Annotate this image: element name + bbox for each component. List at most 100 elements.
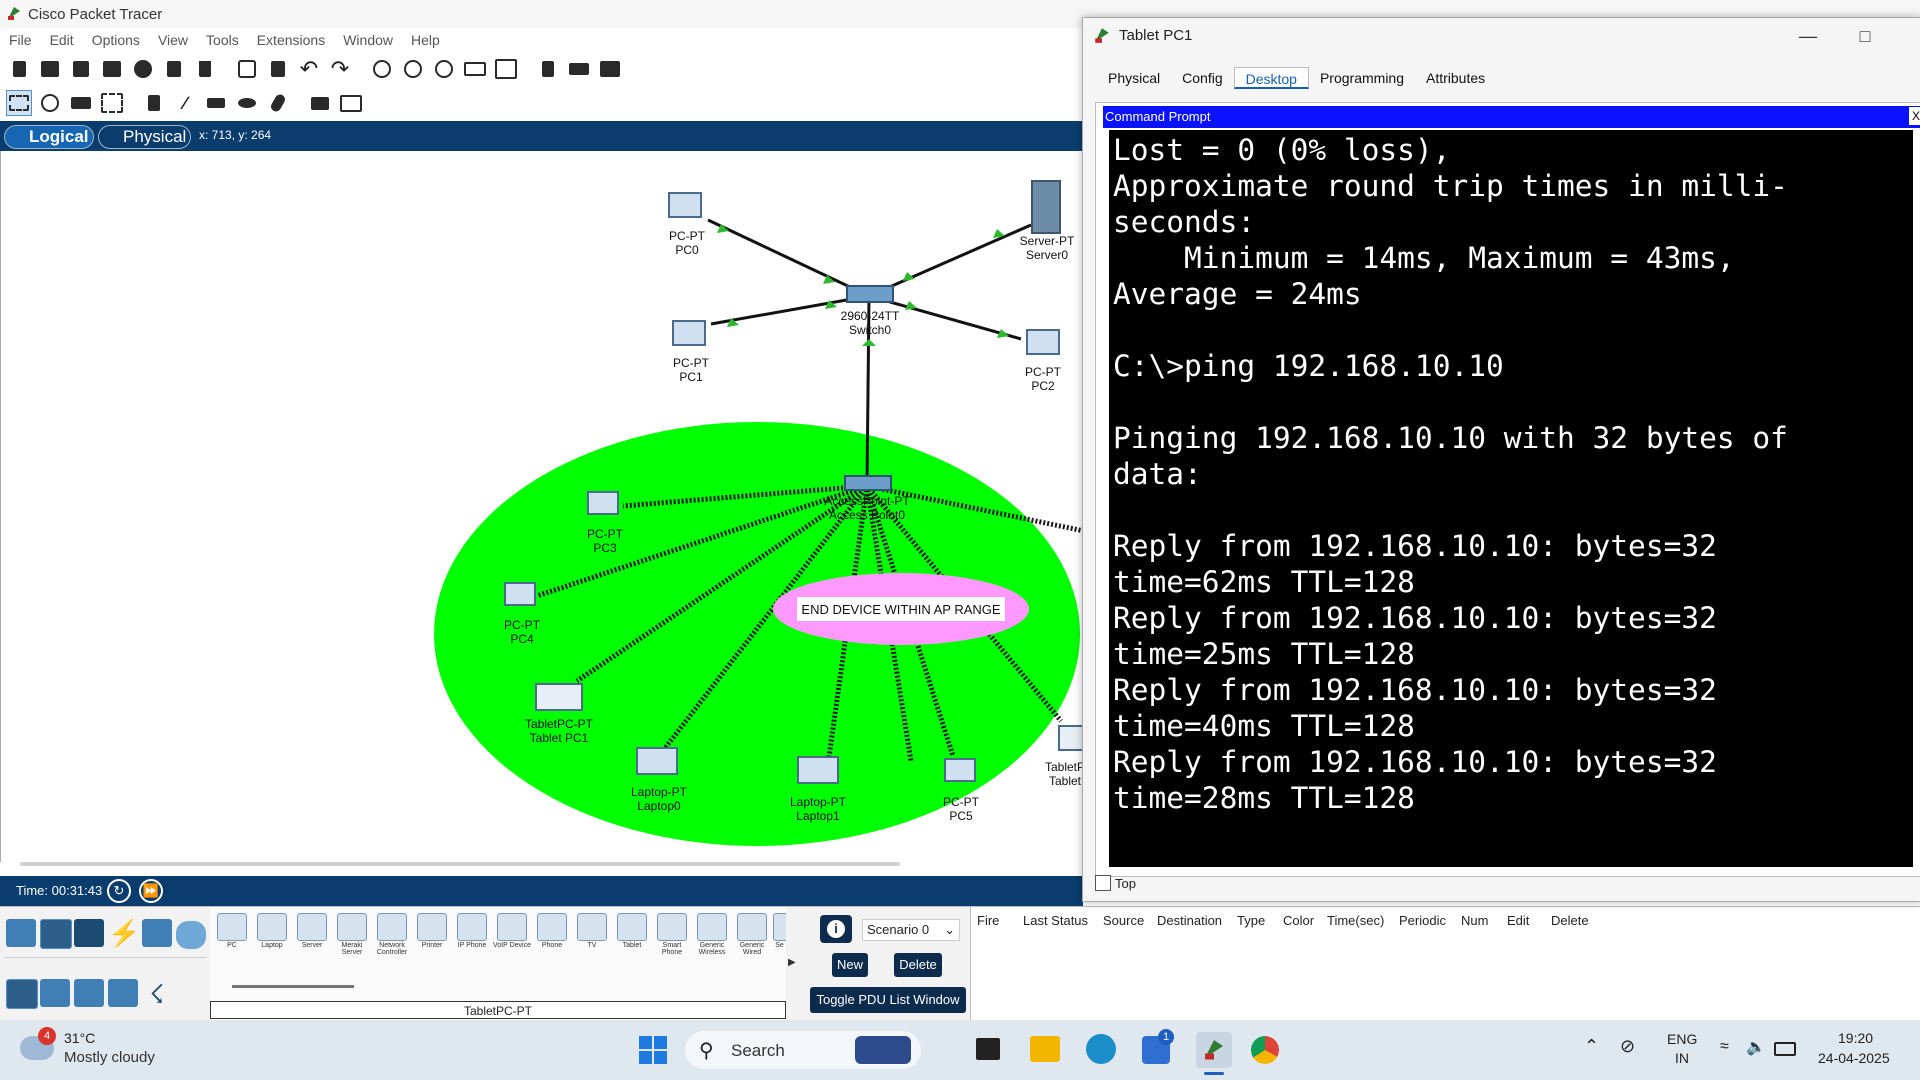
connections-category-icon[interactable]: ⚡ [108,919,140,947]
menu-edit[interactable]: Edit [41,30,83,50]
draw-rectangle-icon[interactable] [203,90,229,116]
end-devices-category-icon[interactable] [40,919,72,949]
device-generic-wireless[interactable]: Generic Wireless [693,913,731,956]
volume-icon[interactable]: 🔈 [1746,1037,1766,1057]
screenshot-icon[interactable] [597,56,623,82]
open-folder-icon[interactable] [37,56,63,82]
multiuser-category-icon[interactable] [176,921,206,949]
expand-panel-arrow-icon[interactable]: ▶ [788,957,796,968]
delete-scenario-button[interactable]: Delete [894,953,942,977]
fast-forward-time-icon[interactable]: ⏩ [139,879,163,903]
pdu-col-periodic[interactable]: Periodic [1399,913,1446,928]
minimize-icon[interactable]: — [1788,24,1828,48]
pdu-col-edit[interactable]: Edit [1507,913,1529,928]
top-checkbox[interactable] [1095,875,1111,891]
wifi-icon[interactable]: ≈ [1720,1038,1729,1056]
info-icon[interactable] [130,56,156,82]
industrial-subcategory-icon[interactable] [108,979,138,1007]
miscellaneous-category-icon[interactable] [142,919,172,947]
zoom-reset-icon[interactable] [400,56,426,82]
device-server[interactable]: Server [293,913,331,955]
weather-condition[interactable]: Mostly cloudy [64,1049,155,1066]
new-scenario-button[interactable]: New [832,953,868,977]
copy-icon[interactable] [234,56,260,82]
language-secondary[interactable]: IN [1675,1050,1689,1066]
logical-workspace[interactable]: PC-PT PC0 Server-PT Server0 2960-24TT Sw… [0,151,1085,862]
pdu-col-delete[interactable]: Delete [1551,913,1589,928]
new-file-icon[interactable] [6,56,32,82]
menu-window[interactable]: Window [334,30,402,50]
home-subcategory-icon[interactable] [40,979,70,1007]
command-prompt-console[interactable]: Lost = 0 (0% loss), Approximate round tr… [1109,130,1913,867]
device-phone[interactable]: Phone [533,913,571,955]
pdu-col-type[interactable]: Type [1237,913,1265,928]
pdu-col-destination[interactable]: Destination [1157,913,1222,928]
add-simple-pdu-icon[interactable] [307,90,333,116]
undo-icon[interactable]: ↶ [296,56,322,82]
save-icon[interactable] [68,56,94,82]
chevron-up-icon[interactable]: ⌃ [1584,1036,1599,1057]
pdu-col-last-status[interactable]: Last Status [1023,913,1088,928]
device-network-controller[interactable]: Network Controller [373,913,411,956]
select-tool-icon[interactable] [6,90,32,116]
chrome-browser-icon[interactable] [1251,1036,1279,1064]
menu-tools[interactable]: Tools [197,30,248,50]
logical-mode-button[interactable]: Logical [4,125,94,149]
add-complex-pdu-icon[interactable] [338,90,364,116]
windows-start-icon[interactable] [639,1036,667,1064]
print-icon[interactable] [99,56,125,82]
device-sensor-partial[interactable]: Se [773,913,786,955]
menu-extensions[interactable]: Extensions [248,30,334,50]
activity-wizard-icon[interactable] [192,56,218,82]
network-devices-category-icon[interactable] [6,919,36,947]
device-smart-phone[interactable]: Smart Phone [653,913,691,956]
device-tablet[interactable]: Tablet [613,913,651,955]
paste-icon[interactable] [265,56,291,82]
tab-physical[interactable]: Physical [1097,67,1171,89]
device-printer[interactable]: Printer [413,913,451,955]
end-devices-subcategory-icon[interactable] [6,979,38,1009]
draw-ellipse-icon[interactable] [234,90,260,116]
battery-icon[interactable] [1774,1042,1796,1056]
tab-config[interactable]: Config [1171,67,1233,89]
taskbar-search-box[interactable]: ⚲ Search [685,1031,921,1069]
device-voip[interactable]: VoIP Device [493,913,531,955]
power-cycle-devices-icon[interactable]: ↻ [107,879,131,903]
tab-programming[interactable]: Programming [1309,67,1415,89]
menu-file[interactable]: File [0,30,41,50]
device-generic-wired[interactable]: Generic Wired [733,913,771,956]
network-offline-icon[interactable]: ⊘ [1620,1036,1635,1057]
pdu-col-time[interactable]: Time(sec) [1327,913,1384,928]
custom-devices-icon[interactable] [493,56,519,82]
pdu-info-button[interactable]: i [820,915,852,943]
draw-line-icon[interactable]: ∕ [172,90,198,116]
menu-help[interactable]: Help [402,30,449,50]
task-view-icon[interactable] [976,1038,1000,1060]
pdu-col-color[interactable]: Color [1283,913,1314,928]
weather-temperature[interactable]: 31°C [64,1030,95,1046]
clock-time[interactable]: 19:20 [1838,1030,1873,1046]
edge-browser-icon[interactable] [1086,1034,1116,1064]
redo-icon[interactable]: ↷ [327,56,353,82]
zoom-in-icon[interactable] [369,56,395,82]
packet-tracer-taskbar-button[interactable] [1196,1032,1232,1068]
zoom-out-icon[interactable] [431,56,457,82]
device-ip-phone[interactable]: IP Phone [453,913,491,955]
inspect-icon[interactable] [37,90,63,116]
place-note-icon[interactable] [141,90,167,116]
clock-date[interactable]: 24-04-2025 [1818,1050,1890,1066]
freeform-icon[interactable] [265,90,291,116]
command-prompt-close-button[interactable]: X [1909,107,1920,125]
device-template-icon[interactable] [566,56,592,82]
file-explorer-icon[interactable] [1030,1036,1060,1062]
device-tv[interactable]: TV [573,913,611,955]
device-laptop[interactable]: Laptop [253,913,291,955]
maximize-icon[interactable]: □ [1845,24,1885,48]
delete-icon[interactable] [68,90,94,116]
pdu-col-source[interactable]: Source [1103,913,1144,928]
scenario-select[interactable]: Scenario 0 ⌄ [862,919,960,941]
device-meraki-server[interactable]: Meraki Server [333,913,371,956]
menu-view[interactable]: View [149,30,197,50]
tab-desktop[interactable]: Desktop [1233,67,1309,89]
components-category-icon[interactable] [74,919,104,947]
